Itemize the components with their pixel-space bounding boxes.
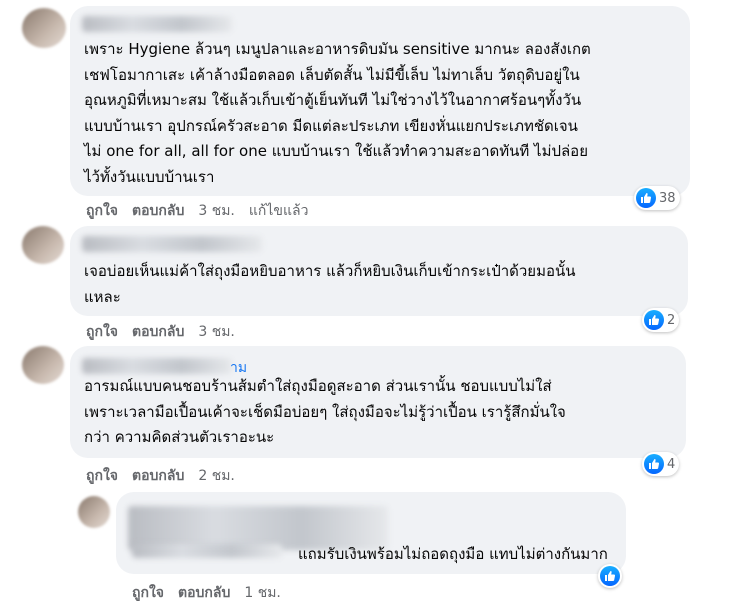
commenter-name-blurred[interactable] [82, 16, 232, 32]
comment-text: เพราะ Hygiene ล้วนๆ เมนูปลาและอาหารดิบมั… [84, 40, 591, 186]
reply-button[interactable]: ตอบกลับ [132, 321, 184, 343]
like-button[interactable]: ถูกใจ [86, 465, 118, 487]
comment-text: อารมณ์แบบคนชอบร้านส้มตำใส่ถุงมือดูสะอาด … [84, 377, 566, 446]
reply-button[interactable]: ตอบกลับ [132, 465, 184, 487]
avatar[interactable] [22, 346, 64, 384]
like-button[interactable]: ถูกใจ [132, 582, 164, 604]
commenter-name-blurred[interactable] [82, 236, 262, 252]
reaction-count[interactable]: 38 [634, 186, 680, 210]
comment-bubble: เจอบ่อยเห็นแม่ค้าใส่ถุงมือหยิบอาหาร แล้ว… [70, 226, 688, 316]
avatar[interactable] [22, 226, 64, 264]
comment-bubble: เพราะ Hygiene ล้วนๆ เมนูปลาและอาหารดิบมั… [70, 6, 690, 196]
comment-time[interactable]: 3 ชม. [198, 321, 235, 343]
like-icon [636, 188, 656, 208]
reaction-number: 4 [667, 456, 676, 472]
like-button[interactable]: ถูกใจ [86, 200, 118, 222]
reaction-number: 2 [667, 312, 676, 328]
comment-time[interactable]: 2 ชม. [198, 465, 235, 487]
comment-time[interactable]: 1 ชม. [244, 582, 281, 604]
commenter-name-blurred[interactable] [132, 544, 282, 558]
avatar[interactable] [22, 8, 66, 48]
comment-actions: ถูกใจ ตอบกลับ 3 ชม. แก้ไขแล้ว [86, 200, 308, 222]
comment-text: เจอบ่อยเห็นแม่ค้าใส่ถุงมือหยิบอาหาร แล้ว… [84, 262, 576, 306]
comment-bubble: าม อารมณ์แบบคนชอบร้านส้มตำใส่ถุงมือดูสะอ… [70, 346, 686, 458]
like-icon [600, 566, 620, 586]
like-button[interactable]: ถูกใจ [86, 321, 118, 343]
comment-actions: ถูกใจ ตอบกลับ 1 ชม. [132, 582, 281, 604]
comment-time[interactable]: 3 ชม. [198, 200, 235, 222]
comment-text: แถมรับเงินพร้อมไม่ถอดถุงมือ แทบไม่ต่างกั… [298, 545, 608, 563]
edited-label: แก้ไขแล้ว [248, 203, 309, 219]
avatar[interactable] [78, 496, 110, 528]
commenter-name-blurred[interactable] [82, 358, 232, 374]
reaction-count[interactable] [598, 564, 622, 588]
reply-button[interactable]: ตอบกลับ [178, 582, 230, 604]
comment-bubble: แถมรับเงินพร้อมไม่ถอดถุงมือ แทบไม่ต่างกั… [116, 492, 626, 574]
like-icon [644, 454, 664, 474]
comment-actions: ถูกใจ ตอบกลับ 3 ชม. [86, 321, 235, 343]
reply-button[interactable]: ตอบกลับ [132, 200, 184, 222]
reaction-count[interactable]: 2 [642, 308, 680, 332]
reaction-count[interactable]: 4 [642, 452, 680, 476]
reaction-number: 38 [659, 190, 676, 206]
like-icon [644, 310, 664, 330]
comment-actions: ถูกใจ ตอบกลับ 2 ชม. [86, 465, 235, 487]
